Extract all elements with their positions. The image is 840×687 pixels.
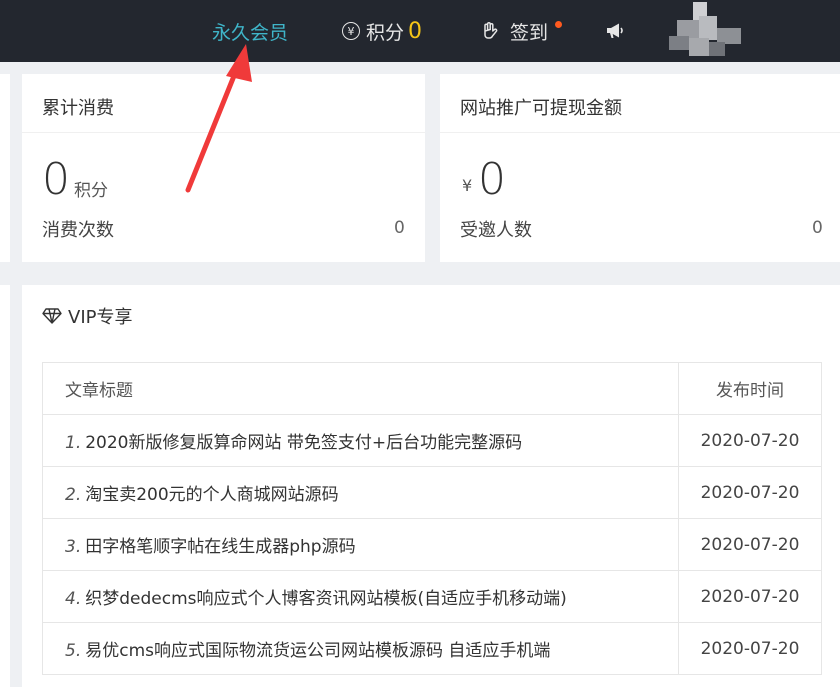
article-title-link[interactable]: 易优cms响应式国际物流货运公司网站模板源码 自适应手机端 [85,641,550,661]
left-panel-edge-lower [0,285,10,687]
article-title-link[interactable]: 田字格笔顺字帖在线生成器php源码 [85,537,355,557]
promo-currency: ¥ [462,176,473,195]
row-number: 3. [65,537,82,557]
divider [440,132,840,133]
diamond-icon [42,308,62,324]
row-number: 1. [65,433,82,453]
article-title-link[interactable]: 2020新版修复版算命网站 带免签支付+后台功能完整源码 [85,433,522,453]
consume-value: 0 [42,154,70,205]
promo-value: 0 [478,154,506,205]
table-row[interactable]: 1. 2020新版修复版算命网站 带免签支付+后台功能完整源码 2020-07-2… [42,414,822,467]
column-header-date: 发布时间 [678,362,822,415]
table-row[interactable]: 2. 淘宝卖200元的个人商城网站源码 2020-07-20 [42,466,822,519]
article-date: 2020-07-20 [678,466,822,519]
checkin-label: 签到 [510,21,549,44]
vip-exclusive-card: VIP专享 文章标题 发布时间 1. 2020新版修复版算命网站 带免签支付+后台… [22,285,840,687]
article-date: 2020-07-20 [678,518,822,571]
column-header-title: 文章标题 [42,362,679,415]
article-title-cell[interactable]: 1. 2020新版修复版算命网站 带免签支付+后台功能完整源码 [42,414,679,467]
vip-header: VIP专享 [42,303,132,329]
permanent-member-link[interactable]: 永久会员 [212,0,288,62]
promotion-withdrawable-card: 网站推广可提现金额 ¥ 0 受邀人数 0 [440,74,840,262]
table-row[interactable]: 4. 织梦dedecms响应式个人博客资讯网站模板(自适应手机移动端) 2020-… [42,570,822,623]
article-date: 2020-07-20 [678,570,822,623]
consume-card-title: 累计消费 [42,98,114,119]
article-title-cell[interactable]: 3. 田字格笔顺字帖在线生成器php源码 [42,518,679,571]
total-consumption-card: 累计消费 0 积分 消费次数 0 [22,74,425,262]
divider [22,132,425,133]
points-value: 0 [408,18,423,44]
table-header-row: 文章标题 发布时间 [42,362,822,415]
vip-title: VIP专享 [68,307,133,328]
article-title-cell[interactable]: 5. 易优cms响应式国际物流货运公司网站模板源码 自适应手机端 [42,622,679,675]
invite-count-label: 受邀人数 [460,220,532,241]
article-title-cell[interactable]: 2. 淘宝卖200元的个人商城网站源码 [42,466,679,519]
consume-count-label: 消费次数 [42,220,114,241]
member-label: 永久会员 [212,21,289,44]
checkin-button[interactable]: 签到 [480,0,563,62]
megaphone-icon [607,23,623,38]
left-panel-edge [0,74,10,262]
article-title-cell[interactable]: 4. 织梦dedecms响应式个人博客资讯网站模板(自适应手机移动端) [42,570,679,623]
points-link[interactable]: ¥ 积分 0 [342,0,422,62]
invite-count-value: 0 [812,218,823,238]
row-number: 2. [65,485,82,505]
article-title-link[interactable]: 淘宝卖200元的个人商城网站源码 [85,485,338,505]
checkin-badge-dot [555,20,563,28]
points-label: 积分 [366,21,405,44]
user-avatar[interactable] [665,2,745,60]
consume-unit: 积分 [74,181,108,201]
row-number: 4. [65,589,82,609]
row-number: 5. [65,641,82,661]
yen-circle-icon: ¥ [342,22,360,40]
article-date: 2020-07-20 [678,414,822,467]
announcement-button[interactable] [604,0,626,62]
top-navigation-bar: 永久会员 ¥ 积分 0 签到 [0,0,840,62]
promo-card-title: 网站推广可提现金额 [460,98,622,119]
table-row[interactable]: 5. 易优cms响应式国际物流货运公司网站模板源码 自适应手机端 2020-07-… [42,622,822,675]
consume-count-value: 0 [394,218,405,238]
hand-icon [484,22,498,39]
article-title-link[interactable]: 织梦dedecms响应式个人博客资讯网站模板(自适应手机移动端) [85,589,567,609]
table-row[interactable]: 3. 田字格笔顺字帖在线生成器php源码 2020-07-20 [42,518,822,571]
vip-article-table: 文章标题 发布时间 1. 2020新版修复版算命网站 带免签支付+后台功能完整源码… [42,362,822,675]
article-date: 2020-07-20 [678,622,822,675]
